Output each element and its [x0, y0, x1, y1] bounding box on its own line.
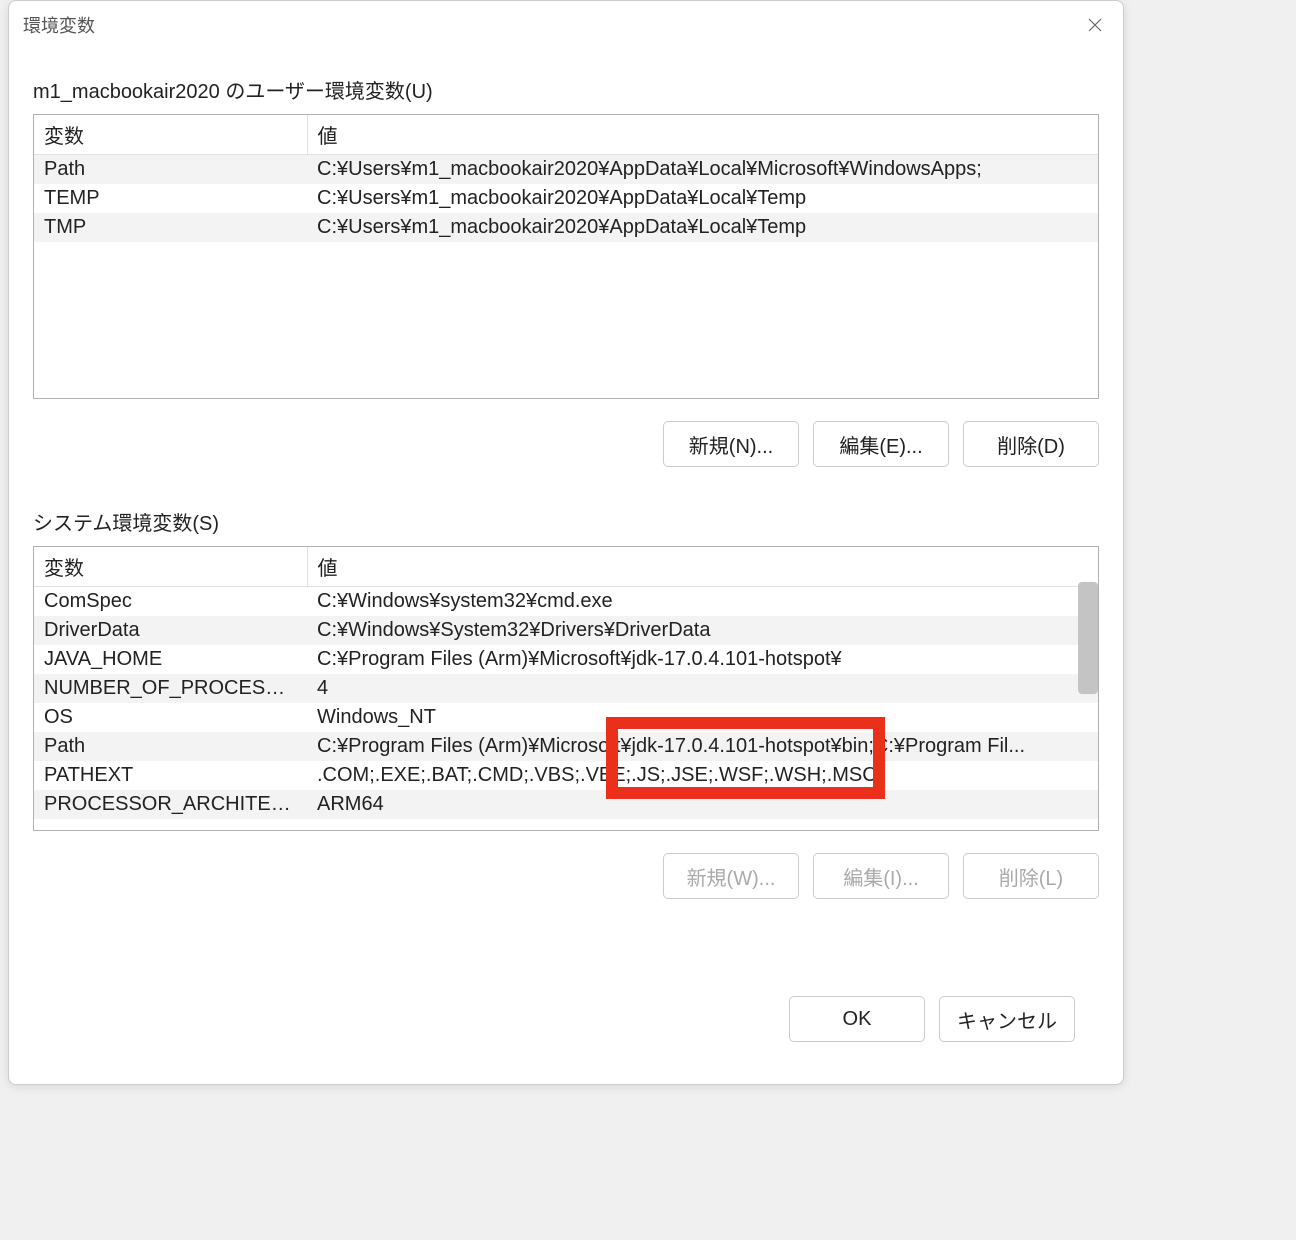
system-edit-button[interactable]: 編集(I)... — [813, 853, 949, 899]
var-name: TMP — [34, 213, 307, 242]
cancel-button[interactable]: キャンセル — [939, 996, 1075, 1042]
system-vars-table-container: 変数 値 ComSpec C:¥Windows¥system32¥cmd.exe… — [33, 546, 1099, 831]
user-edit-button[interactable]: 編集(E)... — [813, 421, 949, 467]
system-col-variable-header[interactable]: 変数 — [34, 547, 307, 587]
user-col-variable-header[interactable]: 変数 — [34, 115, 307, 155]
user-vars-section: m1_macbookair2020 のユーザー環境変数(U) 変数 値 — [33, 75, 1099, 467]
var-name: Path — [34, 155, 307, 185]
system-vars-scrollbar[interactable] — [1078, 582, 1098, 694]
env-vars-dialog: 環境変数 m1_macbookair2020 のユーザー環境変数(U) 変数 値 — [8, 0, 1124, 1085]
system-vars-label: システム環境変数(S) — [33, 507, 1099, 536]
titlebar: 環境変数 — [9, 1, 1123, 45]
table-row[interactable]: ComSpec C:¥Windows¥system32¥cmd.exe — [34, 587, 1098, 617]
table-row[interactable]: NUMBER_OF_PROCESSORS 4 — [34, 674, 1098, 703]
var-name: Path — [34, 732, 307, 761]
var-name: PROCESSOR_ARCHITECTURE — [34, 790, 307, 819]
close-button[interactable] — [1081, 11, 1109, 39]
var-value: C:¥Users¥m1_macbookair2020¥AppData¥Local… — [307, 213, 1098, 242]
var-value: C:¥Windows¥System32¥Drivers¥DriverData — [307, 616, 1098, 645]
system-vars-table[interactable]: 変数 値 ComSpec C:¥Windows¥system32¥cmd.exe… — [34, 547, 1098, 819]
user-new-button[interactable]: 新規(N)... — [663, 421, 799, 467]
user-vars-label: m1_macbookair2020 のユーザー環境変数(U) — [33, 75, 1099, 104]
var-value: C:¥Users¥m1_macbookair2020¥AppData¥Local… — [307, 184, 1098, 213]
user-button-row: 新規(N)... 編集(E)... 削除(D) — [33, 421, 1099, 467]
var-name: OS — [34, 703, 307, 732]
table-row[interactable]: DriverData C:¥Windows¥System32¥Drivers¥D… — [34, 616, 1098, 645]
table-row[interactable]: PROCESSOR_ARCHITECTURE ARM64 — [34, 790, 1098, 819]
dialog-footer: OK キャンセル — [33, 996, 1099, 1066]
var-name: NUMBER_OF_PROCESSORS — [34, 674, 307, 703]
table-row[interactable]: OS Windows_NT — [34, 703, 1098, 732]
user-col-value-header[interactable]: 値 — [307, 115, 1098, 155]
table-row[interactable]: Path C:¥Users¥m1_macbookair2020¥AppData¥… — [34, 155, 1098, 185]
var-value: C:¥Windows¥system32¥cmd.exe — [307, 587, 1098, 617]
table-row[interactable]: TEMP C:¥Users¥m1_macbookair2020¥AppData¥… — [34, 184, 1098, 213]
system-delete-button[interactable]: 削除(L) — [963, 853, 1099, 899]
table-row[interactable]: JAVA_HOME C:¥Program Files (Arm)¥Microso… — [34, 645, 1098, 674]
var-name: PATHEXT — [34, 761, 307, 790]
user-vars-table-container: 変数 値 Path C:¥Users¥m1_macbookair2020¥App… — [33, 114, 1099, 399]
table-row[interactable]: Path C:¥Program Files (Arm)¥Microsoft¥jd… — [34, 732, 1098, 761]
var-value: C:¥Users¥m1_macbookair2020¥AppData¥Local… — [307, 155, 1098, 185]
dialog-content: m1_macbookair2020 のユーザー環境変数(U) 変数 値 — [9, 45, 1123, 1084]
var-value: 4 — [307, 674, 1098, 703]
close-icon — [1087, 17, 1103, 33]
var-name: JAVA_HOME — [34, 645, 307, 674]
user-delete-button[interactable]: 削除(D) — [963, 421, 1099, 467]
table-row[interactable]: PATHEXT .COM;.EXE;.BAT;.CMD;.VBS;.VBE;.J… — [34, 761, 1098, 790]
dialog-title: 環境変数 — [23, 12, 95, 38]
system-col-value-header[interactable]: 値 — [307, 547, 1098, 587]
var-value: C:¥Program Files (Arm)¥Microsoft¥jdk-17.… — [307, 732, 1098, 761]
var-name: DriverData — [34, 616, 307, 645]
var-value: .COM;.EXE;.BAT;.CMD;.VBS;.VBE;.JS;.JSE;.… — [307, 761, 1098, 790]
user-vars-table[interactable]: 変数 値 Path C:¥Users¥m1_macbookair2020¥App… — [34, 115, 1098, 242]
table-row[interactable]: TMP C:¥Users¥m1_macbookair2020¥AppData¥L… — [34, 213, 1098, 242]
var-value: Windows_NT — [307, 703, 1098, 732]
ok-button[interactable]: OK — [789, 996, 925, 1042]
system-button-row: 新規(W)... 編集(I)... 削除(L) — [33, 853, 1099, 899]
var-name: TEMP — [34, 184, 307, 213]
system-new-button[interactable]: 新規(W)... — [663, 853, 799, 899]
system-vars-section: システム環境変数(S) 変数 値 ComSpec — [33, 507, 1099, 899]
var-value: ARM64 — [307, 790, 1098, 819]
var-value: C:¥Program Files (Arm)¥Microsoft¥jdk-17.… — [307, 645, 1098, 674]
var-name: ComSpec — [34, 587, 307, 617]
